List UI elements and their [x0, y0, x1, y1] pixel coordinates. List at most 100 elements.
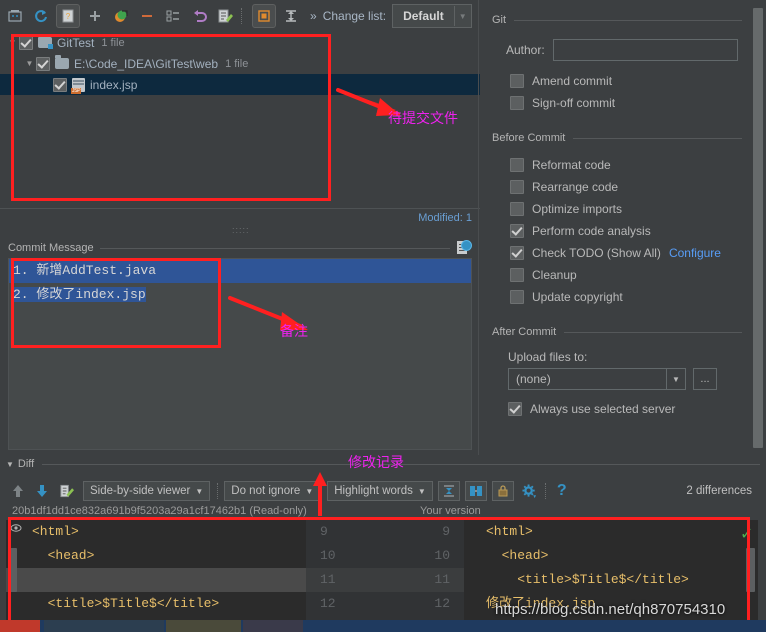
git-group-header: Git — [492, 14, 742, 26]
chevron-down-icon[interactable]: ▼ — [305, 487, 313, 496]
show-diff-icon[interactable]: ? — [56, 4, 80, 28]
perform-code-analysis-checkbox[interactable] — [510, 224, 524, 238]
gear-icon[interactable] — [520, 481, 540, 501]
always-use-server-row[interactable]: Always use selected server — [508, 398, 752, 420]
taskbar-item[interactable] — [243, 620, 303, 632]
arrow-down-icon[interactable] — [32, 481, 52, 501]
taskbar-item[interactable] — [44, 620, 164, 632]
preview-icon[interactable] — [252, 4, 276, 28]
synchronize-scroll-icon[interactable] — [464, 481, 487, 501]
edit-source-icon[interactable] — [56, 481, 76, 501]
diff-left-line: <head> — [32, 548, 95, 563]
signoff-commit-row[interactable]: Sign-off commit — [510, 92, 752, 114]
divider — [573, 137, 742, 139]
always-use-server-checkbox[interactable] — [508, 402, 522, 416]
diff-line-number-left: 10 — [320, 548, 336, 563]
taskbar-item[interactable] — [166, 620, 241, 632]
modified-count-bar: Modified: 1 — [0, 208, 480, 226]
optimize-imports-checkbox[interactable] — [510, 202, 524, 216]
chevron-down-icon[interactable]: ▼ — [23, 57, 36, 70]
toolbar-overflow-icon[interactable]: » — [310, 9, 317, 23]
optimize-imports-row[interactable]: Optimize imports — [510, 198, 752, 220]
chevron-down-icon[interactable]: ▼ — [418, 487, 426, 496]
diff-left-scrollbar[interactable] — [8, 548, 17, 592]
taskbar-start-button[interactable] — [0, 620, 40, 632]
options-scrollbar[interactable] — [753, 8, 763, 448]
row-count: 1 file — [225, 57, 249, 70]
commit-message-input[interactable]: 1. 新增AddTest.java 2. 修改了index.jsp — [8, 258, 472, 450]
edit-source-icon[interactable] — [214, 5, 236, 27]
chevron-down-icon[interactable]: ▼ — [6, 36, 19, 49]
author-field[interactable] — [552, 39, 738, 61]
changed-files-tree[interactable]: ▼ GitTest 1 file ▼ E:\Code_IDEA\GitTest\… — [0, 32, 480, 208]
commit-message-line: 1. 新增AddTest.java — [9, 259, 471, 283]
chevron-down-icon[interactable]: ▼ — [453, 6, 471, 26]
amend-commit-label: Amend commit — [532, 74, 613, 88]
rollback-icon[interactable] — [188, 5, 210, 27]
signoff-commit-label: Sign-off commit — [532, 96, 616, 110]
chevron-down-icon[interactable]: ▼ — [195, 487, 203, 496]
add-icon[interactable] — [84, 5, 106, 27]
check-todo-checkbox[interactable] — [510, 246, 524, 260]
signoff-commit-checkbox[interactable] — [510, 96, 524, 110]
revert-arrow-icon[interactable] — [110, 5, 132, 27]
diff-line-number-right: 10 — [434, 548, 450, 563]
scrollbar-thumb[interactable] — [753, 8, 763, 448]
update-copyright-row[interactable]: Update copyright — [510, 286, 752, 308]
row-checkbox[interactable] — [53, 77, 67, 92]
lock-icon[interactable] — [491, 481, 514, 501]
update-copyright-label: Update copyright — [532, 290, 623, 304]
diff-left-pane[interactable]: <html> <head> <title>$Title$</title> — [6, 520, 306, 620]
diff-right-scrollbar[interactable] — [746, 548, 755, 592]
chevron-down-icon[interactable]: ▼ — [666, 369, 685, 389]
eye-icon — [10, 522, 22, 532]
git-group-label: Git — [492, 14, 507, 26]
cleanup-label: Cleanup — [532, 268, 577, 282]
row-checkbox[interactable] — [36, 56, 50, 71]
commit-message-history-icon[interactable] — [456, 240, 472, 256]
upload-server-select[interactable]: (none) ▼ — [508, 368, 686, 390]
collapse-unchanged-icon[interactable] — [437, 481, 460, 501]
reformat-code-row[interactable]: Reformat code — [510, 154, 752, 176]
expand-collapse-icon[interactable] — [280, 5, 302, 27]
rearrange-code-checkbox[interactable] — [510, 180, 524, 194]
reformat-code-checkbox[interactable] — [510, 158, 524, 172]
chevron-down-icon[interactable]: ▼ — [6, 460, 14, 469]
diff-line-number-left: 11 — [320, 572, 336, 587]
table-row[interactable]: ▼ GitTest 1 file — [0, 32, 480, 53]
optimize-imports-label: Optimize imports — [532, 202, 623, 216]
splitter-handle[interactable]: ::::: — [232, 226, 262, 235]
refresh-icon[interactable] — [30, 5, 52, 27]
diff-left-title: 20b1df1dd1ce832a691b9f5203a29a1cf17462b1… — [12, 505, 307, 517]
ignore-mode-dropdown[interactable]: Do not ignore ▼ — [224, 481, 321, 501]
row-count: 1 file — [101, 36, 125, 49]
cleanup-row[interactable]: Cleanup — [510, 264, 752, 286]
commit-icon[interactable] — [4, 5, 26, 27]
diff-left-line: <title>$Title$</title> — [32, 596, 220, 611]
perform-code-analysis-row[interactable]: Perform code analysis — [510, 220, 752, 242]
viewer-mode-dropdown[interactable]: Side-by-side viewer ▼ — [83, 481, 211, 501]
help-icon[interactable]: ? — [552, 481, 572, 501]
check-todo-row[interactable]: Check TODO (Show All) Configure — [510, 242, 752, 264]
diff-pane-titles: 20b1df1dd1ce832a691b9f5203a29a1cf17462b1… — [0, 505, 766, 519]
highlight-mode-dropdown[interactable]: Highlight words ▼ — [327, 481, 433, 501]
amend-commit-checkbox[interactable] — [510, 74, 524, 88]
amend-commit-row[interactable]: Amend commit — [510, 70, 752, 92]
table-row[interactable]: ▼ E:\Code_IDEA\GitTest\web 1 file — [0, 53, 480, 74]
changelist-combo[interactable]: Default ▼ — [392, 4, 472, 28]
arrow-up-icon[interactable] — [8, 481, 28, 501]
diff-line-number-left: 12 — [320, 596, 336, 611]
group-by-icon[interactable] — [162, 5, 184, 27]
configure-link[interactable]: Configure — [669, 246, 721, 260]
upload-server-browse-button[interactable]: ... — [693, 368, 717, 390]
reformat-code-label: Reformat code — [532, 158, 611, 172]
row-checkbox[interactable] — [19, 35, 33, 50]
table-row[interactable]: index.jsp — [0, 74, 480, 95]
row-name: index.jsp — [90, 77, 138, 92]
rearrange-code-row[interactable]: Rearrange code — [510, 176, 752, 198]
cleanup-checkbox[interactable] — [510, 268, 524, 282]
diff-section-header[interactable]: ▼ Diff — [6, 455, 760, 473]
diff-left-line — [6, 568, 306, 592]
update-copyright-checkbox[interactable] — [510, 290, 524, 304]
minus-icon[interactable] — [136, 5, 158, 27]
